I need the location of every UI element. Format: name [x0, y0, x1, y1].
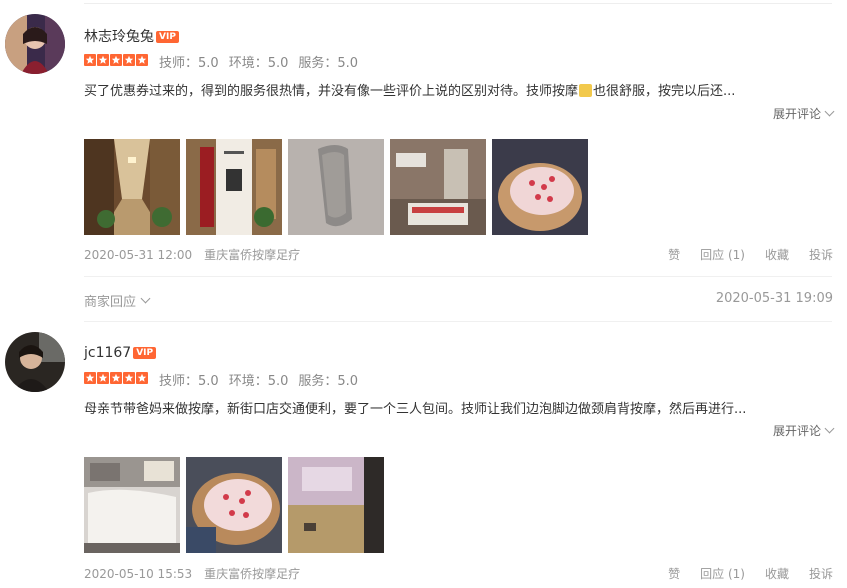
chevron-down-icon: [824, 423, 835, 434]
photo-gallery: [84, 457, 384, 553]
report-button[interactable]: 投诉: [809, 565, 833, 582]
expand-label: 展开评论: [772, 107, 821, 121]
photo-gallery: [84, 139, 588, 235]
score-environment: 环境：5.0: [228, 374, 289, 389]
review-photo[interactable]: [492, 139, 588, 235]
username-text: 林志玲兔兔: [84, 29, 154, 45]
star-icon: [123, 54, 135, 66]
merchant-reply-time: 2020-05-31 19:09: [715, 291, 833, 306]
score-list: 技师：5.0 环境：5.0 服务：5.0: [159, 52, 368, 71]
star-icon: [110, 54, 122, 66]
score-list: 技师：5.0 环境：5.0 服务：5.0: [159, 370, 368, 389]
star-icon: [97, 54, 109, 66]
review-text-part: 母亲节带爸妈来做按摩，新街口店交通便利，要了一个三人包间。技师让我们边泡脚边做颈…: [84, 402, 747, 417]
expand-review-button[interactable]: 展开评论: [772, 105, 835, 122]
review-photo[interactable]: [288, 457, 384, 553]
score-technician: 技师：5.0: [159, 374, 219, 389]
review-text: 母亲节带爸妈来做按摩，新街口店交通便利，要了一个三人包间。技师让我们边泡脚边做颈…: [84, 398, 746, 417]
username[interactable]: jc1167 VIP: [84, 345, 157, 361]
username[interactable]: 林志玲兔兔 VIP: [84, 26, 179, 46]
score-service: 服务：5.0: [298, 56, 359, 71]
expand-label: 展开评论: [772, 424, 821, 438]
review-photo[interactable]: [186, 139, 282, 235]
score-service: 服务：5.0: [298, 374, 359, 389]
favorite-button[interactable]: 收藏: [765, 246, 789, 263]
chevron-down-icon: [824, 106, 835, 117]
favorite-button[interactable]: 收藏: [765, 565, 789, 582]
review-text: 买了优惠券过来的，得到的服务很热情，并没有像一些评价上说的区别对待。技师按摩 也很…: [84, 80, 735, 99]
reply-button[interactable]: 回应 (1): [700, 246, 745, 263]
review-date: 2020-05-10 15:53: [84, 567, 193, 581]
star-icon: [123, 372, 135, 384]
top-divider: [84, 3, 832, 4]
star-icon: [136, 372, 148, 384]
review-photo[interactable]: [288, 139, 384, 235]
vip-badge: VIP: [156, 31, 179, 43]
divider: [84, 321, 832, 322]
username-text: jc1167: [84, 345, 132, 361]
review-photo[interactable]: [84, 457, 180, 553]
star-rating: [84, 372, 148, 384]
expand-review-button[interactable]: 展开评论: [772, 422, 835, 439]
review-text-part: 也很舒服，按完以后还...: [593, 84, 736, 99]
merchant-reply-toggle[interactable]: 商家回应: [84, 291, 151, 310]
vip-badge: VIP: [133, 347, 157, 359]
emoji-icon: [579, 84, 593, 97]
review-actions: 赞 回应 (1) 收藏 投诉: [668, 246, 833, 263]
reply-button[interactable]: 回应 (1): [700, 565, 745, 582]
star-rating: [84, 54, 148, 66]
review-date: 2020-05-31 12:00: [84, 248, 193, 262]
divider: [84, 276, 832, 277]
star-icon: [84, 54, 96, 66]
star-icon: [136, 54, 148, 66]
chevron-down-icon: [140, 293, 151, 304]
merchant-reply-label: 商家回应: [84, 295, 137, 310]
star-icon: [97, 372, 109, 384]
score-environment: 环境：5.0: [228, 56, 289, 71]
review-meta: 2020-05-10 15:53 重庆富侨按摩足疗: [84, 565, 300, 582]
review-photo[interactable]: [186, 457, 282, 553]
star-icon: [84, 372, 96, 384]
avatar[interactable]: [5, 332, 65, 392]
shop-link[interactable]: 重庆富侨按摩足疗: [204, 248, 300, 262]
shop-link[interactable]: 重庆富侨按摩足疗: [204, 567, 300, 581]
review-photo[interactable]: [84, 139, 180, 235]
review-photo[interactable]: [390, 139, 486, 235]
like-button[interactable]: 赞: [668, 246, 680, 263]
review-actions: 赞 回应 (1) 收藏 投诉: [668, 565, 833, 582]
report-button[interactable]: 投诉: [809, 246, 833, 263]
review-text-part: 买了优惠券过来的，得到的服务很热情，并没有像一些评价上说的区别对待。技师按摩: [84, 84, 579, 99]
star-icon: [110, 372, 122, 384]
score-technician: 技师：5.0: [159, 56, 219, 71]
avatar[interactable]: [5, 14, 65, 74]
like-button[interactable]: 赞: [668, 565, 680, 582]
review-meta: 2020-05-31 12:00 重庆富侨按摩足疗: [84, 246, 300, 263]
